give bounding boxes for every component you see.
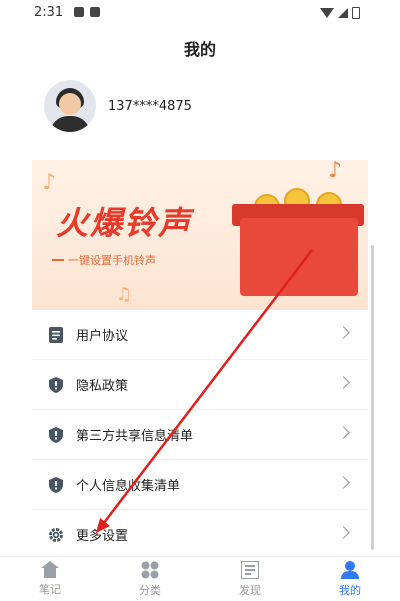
home-icon	[41, 561, 59, 578]
profile-row[interactable]: 137****4875	[44, 80, 192, 132]
shield-icon	[48, 376, 64, 393]
battery-icon	[352, 7, 360, 19]
chevron-right-icon	[337, 376, 350, 389]
system-icons	[320, 7, 360, 19]
menu-item-label: 第三方共享信息清单	[76, 429, 194, 444]
grid-icon	[141, 561, 159, 578]
shield-icon	[48, 426, 64, 443]
menu-item-more-settings[interactable]: 更多设置	[32, 510, 368, 560]
chevron-right-icon	[337, 476, 350, 489]
shield-icon	[48, 476, 64, 493]
tab-label: 分类	[139, 583, 161, 597]
wifi-icon	[320, 8, 334, 18]
menu-item-label: 用户协议	[76, 329, 129, 344]
tab-discover[interactable]: 发现	[200, 557, 300, 601]
banner-subtitle: 一键设置手机铃声	[68, 254, 156, 267]
menu-item-user-agreement[interactable]: 用户协议	[32, 310, 368, 360]
notification-icons	[74, 7, 100, 17]
news-icon	[241, 560, 259, 579]
music-note-icon: ♪	[328, 160, 343, 183]
image-notification-icon	[74, 7, 84, 17]
avatar[interactable]	[44, 80, 96, 132]
menu-item-label: 隐私政策	[76, 379, 129, 394]
document-icon	[48, 326, 64, 343]
chevron-right-icon	[337, 326, 350, 339]
gear-icon	[48, 527, 64, 543]
tab-label: 发现	[239, 583, 261, 597]
banner-title: 火爆铃声	[56, 204, 193, 242]
banner-divider	[52, 259, 64, 261]
chevron-right-icon	[337, 526, 350, 539]
menu-item-label: 更多设置	[76, 529, 129, 544]
chevron-right-icon	[337, 426, 350, 439]
tab-notes[interactable]: 笔记	[0, 557, 100, 601]
music-note-icon: ♪	[42, 170, 57, 195]
tab-label: 我的	[339, 583, 361, 597]
ringtone-banner[interactable]: ♪ ♫ ♪ 火爆铃声 一键设置手机铃声	[32, 160, 368, 310]
page-title: 我的	[183, 40, 216, 59]
gift-box-icon	[240, 218, 358, 296]
status-time: 2:31	[34, 5, 64, 20]
user-icon	[341, 560, 359, 579]
scrollbar[interactable]	[371, 245, 374, 550]
bottom-tab-bar: 笔记 分类 发现 我的	[0, 556, 400, 601]
settings-menu: 用户协议 隐私政策 第三方共享信息清单 个人信息收集清单 更多设置	[32, 310, 368, 560]
music-note-icon: ♫	[116, 284, 133, 305]
menu-item-third-party-sharing[interactable]: 第三方共享信息清单	[32, 410, 368, 460]
menu-item-privacy-policy[interactable]: 隐私政策	[32, 360, 368, 410]
menu-item-label: 个人信息收集清单	[76, 479, 181, 494]
app-notification-icon	[90, 7, 100, 17]
tab-category[interactable]: 分类	[100, 557, 200, 601]
signal-icon	[338, 8, 348, 18]
tab-label: 笔记	[39, 583, 61, 596]
tab-mine[interactable]: 我的	[300, 557, 400, 601]
status-bar: 2:31	[0, 0, 400, 26]
user-phone: 137****4875	[108, 98, 192, 114]
menu-item-personal-info-collection[interactable]: 个人信息收集清单	[32, 460, 368, 510]
